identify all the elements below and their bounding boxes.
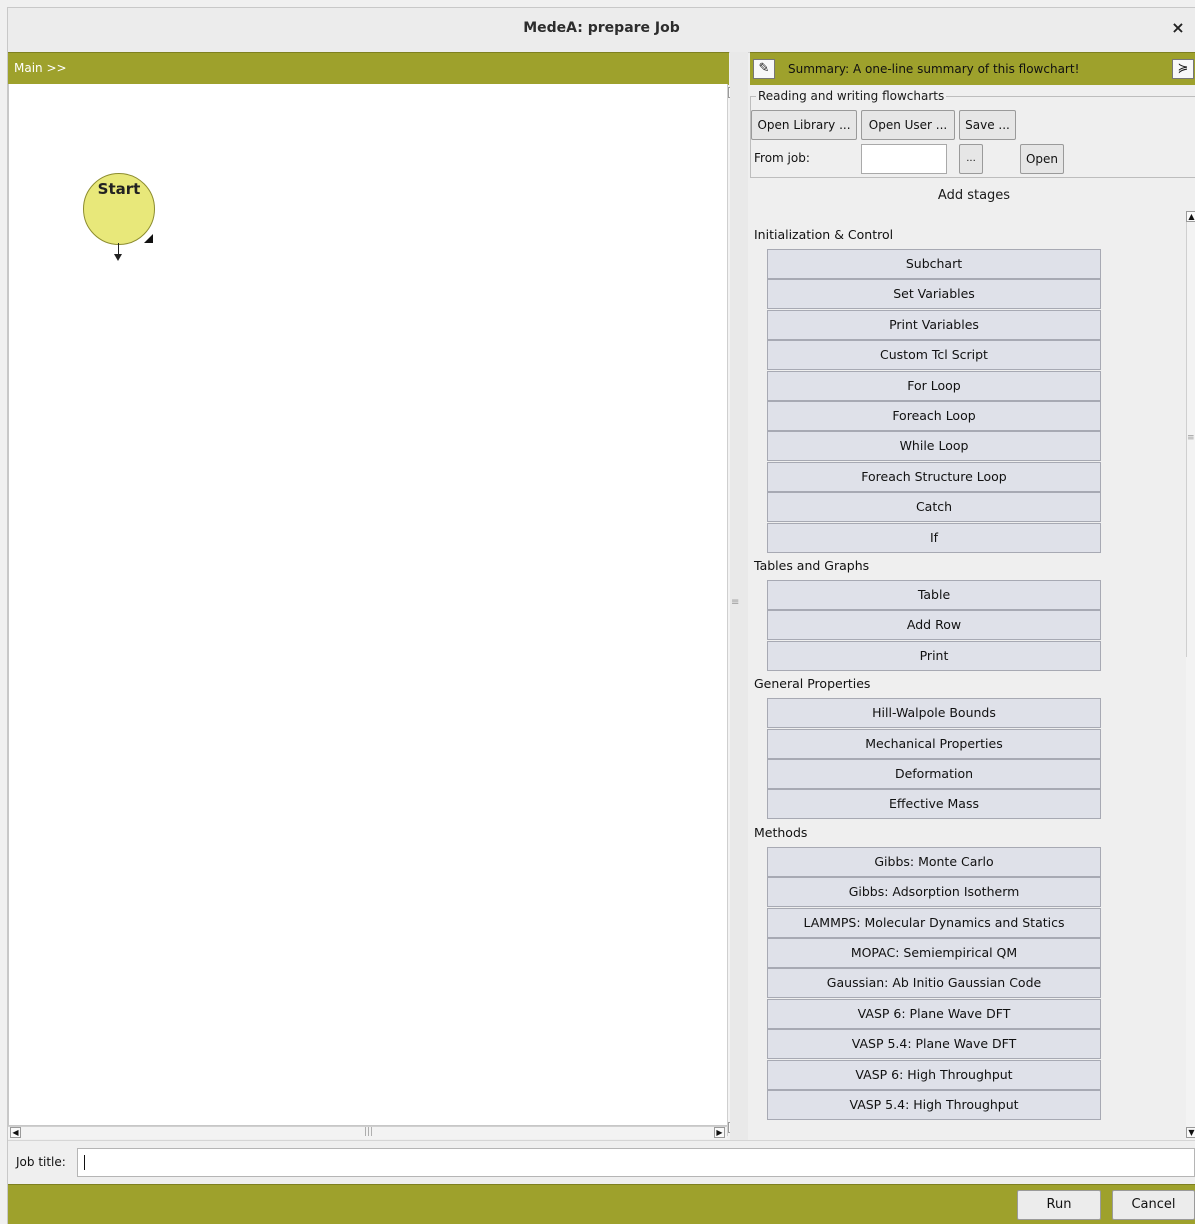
scroll-thumb-grip[interactable]: ||| — [364, 1127, 373, 1137]
summary-bar: ✎ Summary: A one-line summary of this fl… — [750, 52, 1195, 85]
window-title: MedeA: prepare Job — [523, 20, 680, 36]
stage-button[interactable]: Subchart — [767, 249, 1101, 279]
run-button[interactable]: Run — [1017, 1190, 1101, 1220]
stage-button[interactable]: VASP 5.4: Plane Wave DFT — [767, 1029, 1101, 1059]
stage-button[interactable]: Gibbs: Monte Carlo — [767, 847, 1101, 877]
stage-button[interactable]: Custom Tcl Script — [767, 340, 1101, 370]
from-job-field[interactable] — [861, 144, 947, 174]
scroll-down-icon[interactable]: ▼ — [1186, 1127, 1195, 1138]
title-bar: MedeA: prepare Job × — [8, 8, 1195, 53]
stage-button[interactable]: Hill-Walpole Bounds — [767, 698, 1101, 728]
section-title: General Properties — [754, 676, 871, 692]
scroll-up-icon[interactable]: ▲ — [1186, 211, 1195, 222]
canvas-horizontal-scrollbar[interactable]: ◀ ||| ▶ — [8, 1126, 727, 1139]
start-label: Start — [97, 180, 141, 198]
breadcrumb-bar: Main >> — [8, 52, 729, 85]
pencil-icon[interactable]: ✎ — [753, 59, 775, 79]
stage-button[interactable]: VASP 6: Plane Wave DFT — [767, 999, 1101, 1029]
stage-button[interactable]: Table — [767, 580, 1101, 610]
pane-splitter[interactable]: ≡ — [730, 52, 748, 1140]
job-title-label: Job title: — [16, 1155, 66, 1169]
stage-button[interactable]: MOPAC: Semiempirical QM — [767, 938, 1101, 968]
stage-button[interactable]: Catch — [767, 492, 1101, 522]
stage-button[interactable]: Gibbs: Adsorption Isotherm — [767, 877, 1101, 907]
node-menu-triangle-icon[interactable] — [144, 234, 153, 243]
job-title-row: Job title: — [8, 1140, 1195, 1181]
double-chevron-down-icon[interactable]: ≽ — [1172, 59, 1194, 79]
section-title: Initialization & Control — [754, 227, 894, 242]
stage-button[interactable]: While Loop — [767, 431, 1101, 461]
footer-bar: Run Cancel — [8, 1184, 1195, 1224]
stage-button[interactable]: Effective Mass — [767, 789, 1101, 819]
stage-button[interactable]: LAMMPS: Molecular Dynamics and Statics — [767, 908, 1101, 938]
open-library-button[interactable]: Open Library ... — [751, 110, 857, 140]
stage-button[interactable]: VASP 5.4: High Throughput — [767, 1090, 1101, 1120]
section-title: Methods — [754, 824, 808, 840]
stage-button[interactable]: Gaussian: Ab Initio Gaussian Code — [767, 968, 1101, 998]
add-stages-title: Add stages — [937, 188, 1011, 203]
splitter-grip-icon[interactable]: ≡ — [731, 597, 740, 608]
stage-button[interactable]: Foreach Structure Loop — [767, 462, 1101, 492]
stage-button[interactable]: For Loop — [767, 371, 1101, 401]
stage-button[interactable]: Foreach Loop — [767, 401, 1101, 431]
stage-button[interactable]: Deformation — [767, 759, 1101, 789]
scroll-thumb-grip[interactable]: ≡ — [1187, 433, 1195, 443]
arrow-down-icon — [114, 254, 122, 261]
stage-button[interactable]: If — [767, 523, 1101, 553]
group-legend: Reading and writing flowcharts — [756, 89, 947, 103]
cancel-button[interactable]: Cancel — [1112, 1190, 1195, 1220]
stage-button[interactable]: VASP 6: High Throughput — [767, 1060, 1101, 1090]
stage-button[interactable]: Set Variables — [767, 279, 1101, 309]
open-job-button[interactable]: Open — [1020, 144, 1064, 174]
flowchart-canvas[interactable]: Start — [8, 84, 728, 1126]
open-user-button[interactable]: Open User ... — [861, 110, 955, 140]
browse-button[interactable]: ... — [959, 144, 983, 174]
section-title: Tables and Graphs — [754, 558, 870, 573]
close-icon[interactable]: × — [1169, 19, 1187, 37]
prepare-job-window: MedeA: prepare Job × Main >> Start ▲ ▼ ◀… — [8, 8, 1195, 1224]
job-title-input[interactable] — [77, 1148, 1195, 1177]
breadcrumb[interactable]: Main >> — [14, 61, 67, 75]
stage-button[interactable]: Add Row — [767, 610, 1101, 640]
text-caret — [84, 1155, 85, 1170]
stage-button[interactable]: Mechanical Properties — [767, 729, 1101, 759]
stage-button[interactable]: Print — [767, 641, 1101, 671]
from-job-label: From job: — [754, 151, 810, 165]
stage-button[interactable]: Print Variables — [767, 310, 1101, 340]
scroll-left-icon[interactable]: ◀ — [10, 1127, 21, 1138]
save-button[interactable]: Save ... — [959, 110, 1016, 140]
palette-vertical-scrollbar[interactable]: ▲ ≡ ▼ — [1186, 211, 1195, 1143]
summary-text: Summary: A one-line summary of this flow… — [788, 62, 1080, 76]
scroll-right-icon[interactable]: ▶ — [714, 1127, 725, 1138]
